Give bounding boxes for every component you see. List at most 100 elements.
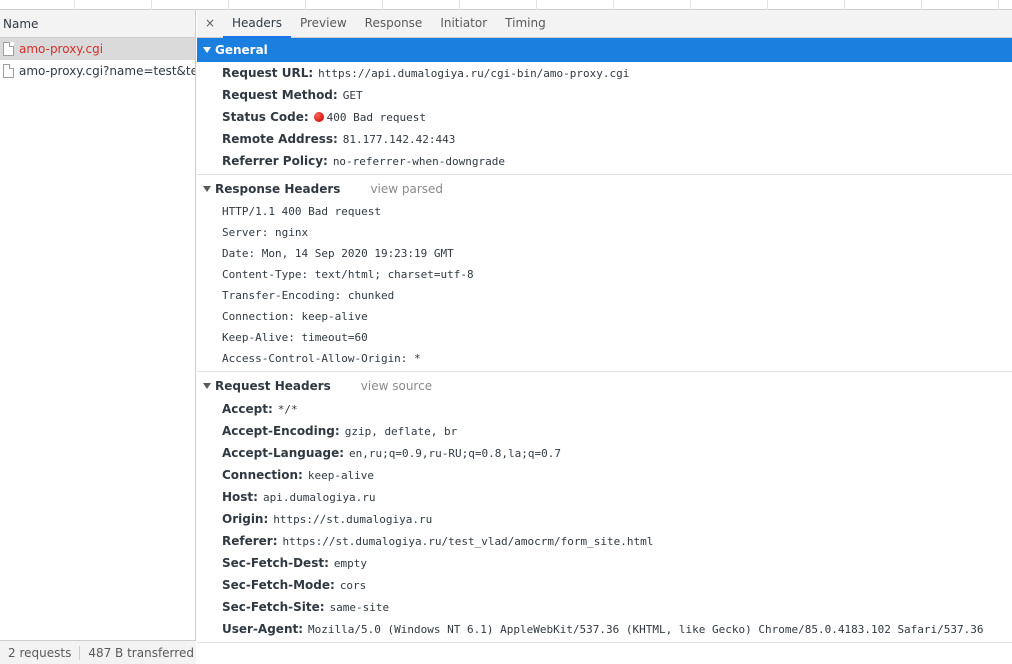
header-value: keep-alive xyxy=(307,469,375,482)
header-row: Accept-Language: en,ru;q=0.9,ru-RU;q=0.8,… xyxy=(197,442,1012,464)
header-row: Sec-Fetch-Dest: empty xyxy=(197,552,1012,574)
header-row: Host: api.dumalogiya.ru xyxy=(197,486,1012,508)
header-key: Accept: xyxy=(222,402,273,416)
header-key: Referer: xyxy=(222,534,278,548)
header-key: User-Agent: xyxy=(222,622,304,636)
request-name: amo-proxy.cgi xyxy=(19,42,104,56)
document-icon xyxy=(3,64,14,78)
header-value: 400 Bad request xyxy=(326,111,426,124)
timeline-grid-line xyxy=(998,0,999,10)
view-source-link[interactable]: view source xyxy=(361,374,432,398)
timeline-grid-line xyxy=(844,0,845,10)
raw-header-line: Date: Mon, 14 Sep 2020 19:23:19 GMT xyxy=(222,247,454,260)
header-row: Sec-Fetch-Site: same-site xyxy=(197,596,1012,618)
header-value: en,ru;q=0.9,ru-RU;q=0.8,la;q=0.7 xyxy=(349,447,561,460)
header-row: Remote Address: 81.177.142.42:443 xyxy=(197,128,1012,150)
header-value: api.dumalogiya.ru xyxy=(262,491,376,504)
request-headers-section: Accept: */* Accept-Encoding: gzip, deflate… xyxy=(197,398,1012,643)
section-title: Request Headers xyxy=(215,379,331,393)
raw-header-line: Content-Type: text/html; charset=utf-8 xyxy=(222,268,474,281)
timeline-grid-line xyxy=(536,0,537,10)
section-general-toggle[interactable]: General xyxy=(197,38,1012,62)
header-key: Accept-Encoding: xyxy=(222,424,340,438)
header-key: Accept-Language: xyxy=(222,446,345,460)
timeline-grid-line xyxy=(459,0,460,10)
header-key: Request URL: xyxy=(222,66,314,80)
header-value: Mozilla/5.0 (Windows NT 6.1) AppleWebKit… xyxy=(308,623,984,636)
tab-headers[interactable]: Headers xyxy=(223,10,291,38)
section-response-headers-toggle[interactable]: Response Headers view parsed xyxy=(197,177,1012,201)
header-key: Remote Address: xyxy=(222,132,338,146)
status-error-icon xyxy=(313,112,324,122)
details-tabbar: × Headers Preview Response Initiator Tim… xyxy=(197,10,1012,38)
timeline-grid-line xyxy=(382,0,383,10)
header-row: Sec-Fetch-Mode: cors xyxy=(197,574,1012,596)
header-value: 81.177.142.42:443 xyxy=(342,133,456,146)
timeline-grid-line xyxy=(767,0,768,10)
section-title: Response Headers xyxy=(215,182,341,196)
raw-header-line: Transfer-Encoding: chunked xyxy=(222,289,395,302)
header-value: https://st.dumalogiya.ru xyxy=(273,513,433,526)
response-headers-section: HTTP/1.1 400 Bad request Server: nginx D… xyxy=(197,201,1012,372)
header-value: gzip, deflate, br xyxy=(344,425,458,438)
header-value: */* xyxy=(277,403,298,416)
header-key: Connection: xyxy=(222,468,303,482)
header-row: Request URL: https://api.dumalogiya.ru/cg… xyxy=(197,62,1012,84)
timeline-grid-line xyxy=(74,0,75,10)
timeline-overview-strip[interactable] xyxy=(0,0,1012,10)
raw-header-line: Keep-Alive: timeout=60 xyxy=(222,331,368,344)
requests-list-pane: Name amo-proxy.cgi amo-proxy.cgi?name=te… xyxy=(0,10,196,664)
header-row: Referer: https://st.dumalogiya.ru/test_vl… xyxy=(197,530,1012,552)
timeline-grid-line xyxy=(305,0,306,10)
header-value: no-referrer-when-downgrade xyxy=(332,155,505,168)
header-row: Origin: https://st.dumalogiya.ru xyxy=(197,508,1012,530)
name-column-header[interactable]: Name xyxy=(0,10,195,38)
header-value: same-site xyxy=(329,601,390,614)
request-name: amo-proxy.cgi?name=test&te... xyxy=(19,64,195,78)
header-value: GET xyxy=(342,89,363,102)
section-title: General xyxy=(215,43,268,57)
requests-count: 2 requests xyxy=(0,645,81,660)
tab-timing[interactable]: Timing xyxy=(496,10,555,37)
timeline-grid-line xyxy=(228,0,229,10)
header-row: Referrer Policy: no-referrer-when-downgra… xyxy=(197,150,1012,172)
raw-header-line: Connection: keep-alive xyxy=(222,310,368,323)
transferred-size: 487 B transferred xyxy=(80,646,196,660)
chevron-down-icon xyxy=(203,383,211,389)
devtools-network-panel: Name amo-proxy.cgi amo-proxy.cgi?name=te… xyxy=(0,0,1012,664)
chevron-down-icon xyxy=(203,186,211,192)
header-value: https://st.dumalogiya.ru/test_vlad/amocr… xyxy=(282,535,654,548)
header-key: Sec-Fetch-Site: xyxy=(222,600,325,614)
header-key: Sec-Fetch-Dest: xyxy=(222,556,329,570)
view-parsed-link[interactable]: view parsed xyxy=(370,177,443,201)
chevron-down-icon xyxy=(203,47,211,53)
request-row-amo-proxy[interactable]: amo-proxy.cgi xyxy=(0,38,195,60)
document-icon xyxy=(3,42,14,56)
header-value: empty xyxy=(333,557,367,570)
header-key: Sec-Fetch-Mode: xyxy=(222,578,335,592)
timeline-grid-line xyxy=(921,0,922,10)
raw-header-line: Server: nginx xyxy=(222,226,309,239)
tab-response[interactable]: Response xyxy=(356,10,432,37)
header-row: Accept: */* xyxy=(197,398,1012,420)
header-key: Host: xyxy=(222,490,258,504)
network-summary-bar: 2 requests 487 B transferred 5 xyxy=(0,640,196,664)
header-row: Request Method: GET xyxy=(197,84,1012,106)
header-key: Origin: xyxy=(222,512,269,526)
tab-initiator[interactable]: Initiator xyxy=(431,10,496,37)
timeline-grid-line xyxy=(613,0,614,10)
header-key: Request Method: xyxy=(222,88,338,102)
raw-header-line: Access-Control-Allow-Origin: * xyxy=(222,352,421,365)
raw-header-line: HTTP/1.1 400 Bad request xyxy=(222,205,381,218)
close-icon[interactable]: × xyxy=(197,10,223,37)
header-row: Connection: keep-alive xyxy=(197,464,1012,486)
header-row: User-Agent: Mozilla/5.0 (Windows NT 6.1) … xyxy=(197,618,1012,640)
section-request-headers-toggle[interactable]: Request Headers view source xyxy=(197,374,1012,398)
request-row-amo-proxy-query[interactable]: amo-proxy.cgi?name=test&te... xyxy=(0,60,195,82)
timeline-grid-line xyxy=(151,0,152,10)
header-row: Status Code: 400 Bad request xyxy=(197,106,1012,128)
timeline-grid-line xyxy=(690,0,691,10)
header-value: cors xyxy=(339,579,367,592)
header-key: Referrer Policy: xyxy=(222,154,328,168)
tab-preview[interactable]: Preview xyxy=(291,10,356,37)
